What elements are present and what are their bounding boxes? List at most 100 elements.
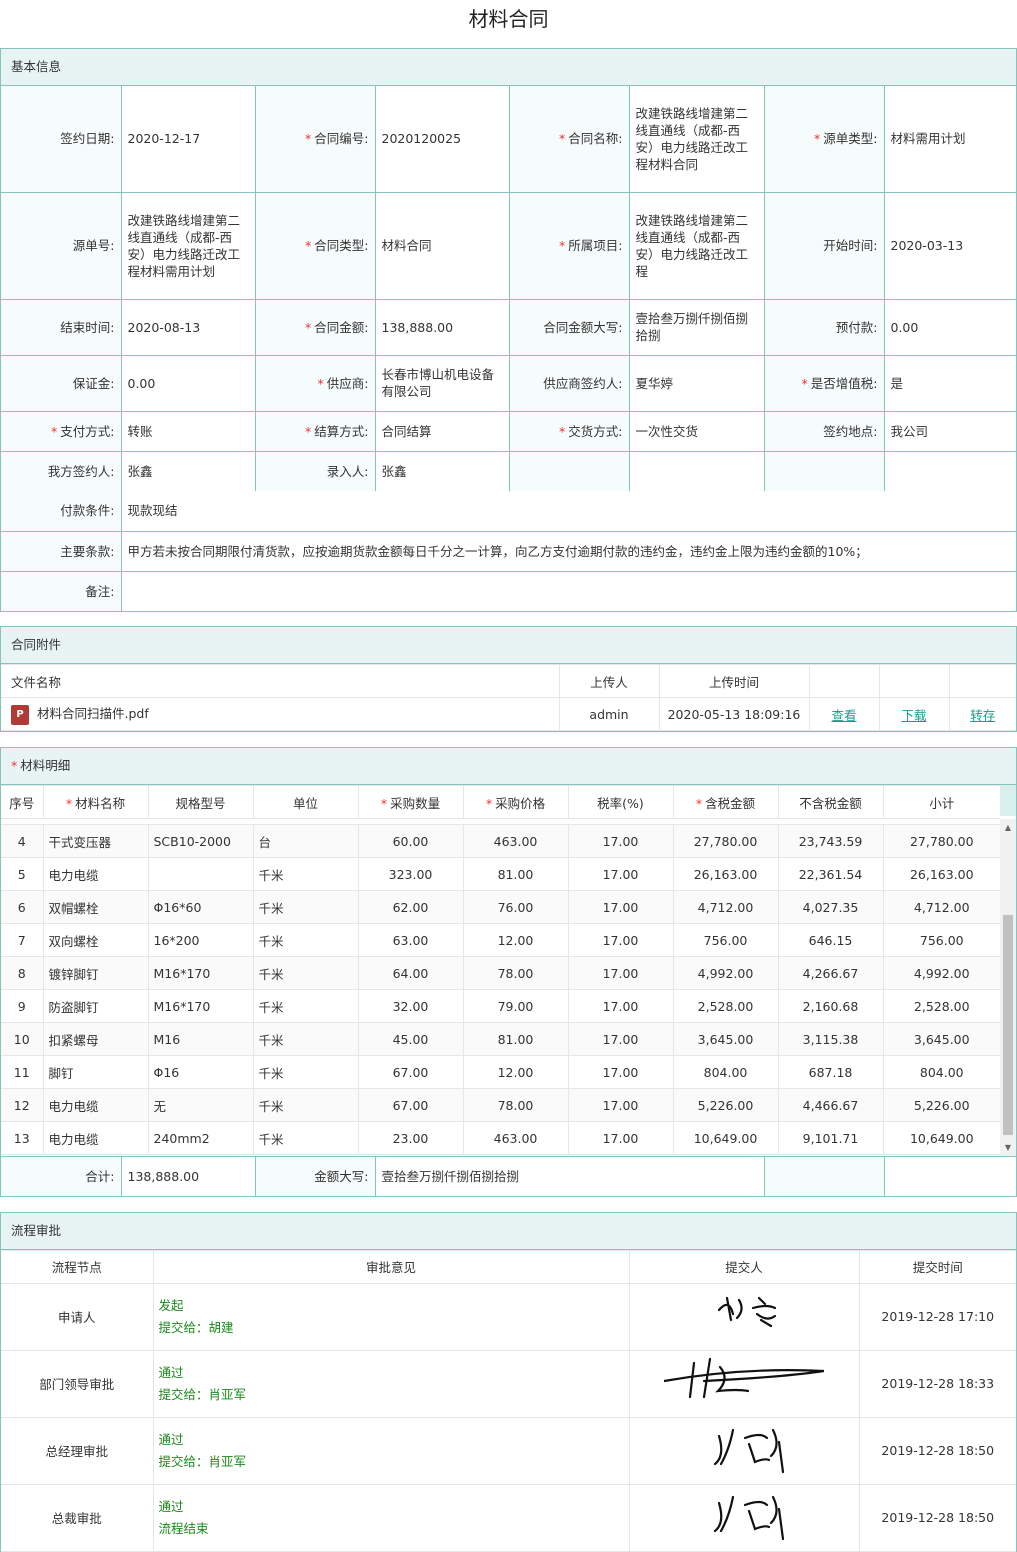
opinion-text: 发起 (158, 1297, 184, 1313)
scroll-thumb[interactable] (1003, 915, 1013, 1135)
section-title-text: 材料明细 (20, 758, 71, 773)
table-row[interactable]: 6 双帽螺栓 Φ16*60 千米 62.00 76.00 17.00 4,712.00 4,02… (1, 890, 1000, 924)
field-label: 我方签约人: (1, 450, 122, 491)
table-row[interactable]: 5 电力电缆 千米 323.00 81.00 17.00 26,163.00 22,361.5… (1, 857, 1000, 891)
table-cell: M16 (147, 1022, 254, 1056)
table-cell: 千米 (252, 923, 359, 957)
field-value: 合同结算 (374, 410, 510, 452)
save-link[interactable]: 转存 (970, 708, 995, 723)
table-row[interactable]: 12 电力电缆无千米 67.00 78.00 17.00 5,226.00 4,466.67… (1, 1088, 1000, 1122)
process-opinion: 通过 提交给：肖亚军 (152, 1349, 630, 1418)
required-mark: * (11, 758, 18, 773)
table-cell: 千米 (252, 1022, 359, 1056)
table-cell: 4 (1, 824, 44, 858)
table-cell: 8 (1, 956, 44, 990)
process-opinion: 发起提交给：胡建 (152, 1282, 630, 1351)
col-upload-time: 上传时间 (658, 664, 810, 698)
field-label-text: 供应商签约人: (543, 375, 623, 391)
next-step-text: 提交给：胡建 (158, 1319, 234, 1335)
table-cell: 7 (1, 923, 44, 957)
scroll-down-icon[interactable]: ▼ (1000, 1143, 1016, 1152)
page-title: 材料合同 (468, 7, 549, 31)
table-row[interactable]: 8 镀锌脚钉 M16*170 千米 64.00 78.00 17.00 4,992.00 4,2… (1, 956, 1000, 990)
process-time: 2019-12-28 18:33 (858, 1349, 1016, 1418)
field-label-text: 供应商: (326, 375, 369, 391)
field-value (883, 450, 1016, 491)
table-cell: 防盗脚钉 (42, 989, 149, 1023)
col-header: * 含税金额 (672, 785, 779, 819)
field-label: * 结算方式: (254, 410, 376, 452)
table-row[interactable]: 4 干式变压器 SCB10-2000 台 60.00 463.00 17.00 27,780.… (1, 824, 1000, 858)
col-header-text: 税率(%) (597, 795, 644, 811)
field-label: 保证金: (1, 354, 122, 412)
process-time: 2019-12-28 18:50 (858, 1416, 1016, 1485)
col-submitter: 提交人 (628, 1249, 860, 1284)
field-value: 0.00 (120, 354, 256, 412)
required-mark: * (559, 131, 566, 147)
table-row[interactable]: 13 电力电缆 240mm2 千米 23.00 463.00 17.00 10,649.00 9… (1, 1121, 1000, 1155)
materials-header: 序号 * 材料名称 规格型号 单位 * 采购数量 * 采购价格 税率(%) * 含税金额 不含税金额 小计 (1, 785, 1000, 819)
table-row[interactable]: 10 扣紧螺母 M16 千米 45.00 81.00 17.00 3,645.00 3,115.… (1, 1022, 1000, 1056)
signature-icon (717, 1296, 777, 1328)
table-cell: 17.00 (567, 1088, 674, 1122)
info-row: 源单号: 改建铁路线增建第二线直通线（成都-西安）电力线路迁改工程材料需用计划 * 合… (1, 191, 1016, 300)
table-cell: 千米 (252, 890, 359, 924)
total-label: 合计: (1, 1156, 122, 1196)
view-link[interactable]: 查看 (831, 708, 856, 723)
field-label: * 交货方式: (508, 410, 630, 452)
field-value: 壹拾叁万捌仟捌佰捌拾捌 (628, 298, 765, 356)
field-label (763, 450, 885, 491)
scrollbar[interactable]: ▲ ▼ (1000, 819, 1016, 1156)
table-cell: 9,101.71 (777, 1121, 884, 1155)
table-cell: 756.00 (882, 923, 1000, 957)
table-cell: 3,115.38 (777, 1022, 884, 1056)
table-cell: 646.15 (777, 923, 884, 957)
required-mark: * (801, 375, 808, 391)
info-row: 签约日期: 2020-12-17 * 合同编号: 2020120025 * 合同名称: 改建铁… (1, 86, 1016, 193)
table-cell: 13 (1, 1121, 44, 1155)
table-cell: 17.00 (567, 1055, 674, 1089)
attachments-table: 文件名称 上传人 上传时间 P 材料合同扫描件.pdf admin 2020-05-1… (1, 664, 1016, 731)
required-mark: * (485, 795, 493, 811)
field-label: 结束时间: (1, 298, 122, 356)
signature-icon (662, 1357, 825, 1399)
file-name[interactable]: 材料合同扫描件.pdf (37, 706, 149, 721)
table-cell: 78.00 (462, 1088, 569, 1122)
opinion-text: 通过 (158, 1364, 184, 1380)
table-cell: 23,743.59 (777, 824, 884, 858)
table-cell: 323.00 (357, 857, 464, 891)
required-mark: * (814, 131, 821, 147)
field-label-text: 合同编号: (314, 131, 369, 147)
required-mark: * (51, 423, 58, 439)
table-row[interactable]: 7 双向螺栓 16*200 千米 63.00 12.00 17.00 756.00 646.15… (1, 923, 1000, 957)
process-time: 2019-12-28 18:50 (858, 1483, 1016, 1552)
table-cell: M16*170 (147, 956, 254, 990)
table-cell: 26,163.00 (882, 857, 1000, 891)
table-cell: 干式变压器 (42, 824, 149, 858)
scroll-up-icon[interactable]: ▲ (1000, 823, 1016, 832)
field-label-text: 合同名称: (568, 131, 623, 147)
table-cell: 17.00 (567, 923, 674, 957)
download-link[interactable]: 下载 (901, 708, 926, 723)
main-terms-label: 主要条款: (1, 530, 122, 572)
field-value: 转账 (120, 410, 256, 452)
table-cell: 16*200 (147, 923, 254, 957)
total-words-label: 金额大写: (254, 1156, 376, 1196)
field-value: 长春市博山机电设备有限公司 (374, 354, 510, 412)
table-cell: 12.00 (462, 923, 569, 957)
table-row[interactable]: 9 防盗脚钉 M16*170 千米 32.00 79.00 17.00 2,528.00 2,1… (1, 989, 1000, 1023)
process-section: 流程审批 流程节点 审批意见 提交人 提交时间 申请人 发起 提交给：胡建 2019-12-… (0, 1211, 1017, 1552)
table-cell: 千米 (252, 1055, 359, 1089)
field-value: 改建铁路线增建第二线直通线（成都-西安）电力线路迁改工程 (628, 191, 765, 300)
table-cell: 17.00 (567, 1121, 674, 1155)
info-row: 保证金: 0.00 * 供应商: 长春市博山机电设备有限公司 供应商签约人: 夏华婷 * 是否增… (1, 354, 1016, 412)
table-cell: 17.00 (567, 1022, 674, 1056)
table-cell: 3,645.00 (882, 1022, 1000, 1056)
field-value: 138,888.00 (374, 298, 510, 356)
table-row[interactable]: 11 脚钉 Φ16 千米 67.00 12.00 17.00 804.00 687.18 804.… (1, 1055, 1000, 1089)
table-cell: 5 (1, 857, 44, 891)
col-time: 提交时间 (858, 1249, 1016, 1284)
table-cell: 17.00 (567, 890, 674, 924)
required-mark: * (317, 375, 324, 391)
table-cell: 千米 (252, 857, 359, 891)
